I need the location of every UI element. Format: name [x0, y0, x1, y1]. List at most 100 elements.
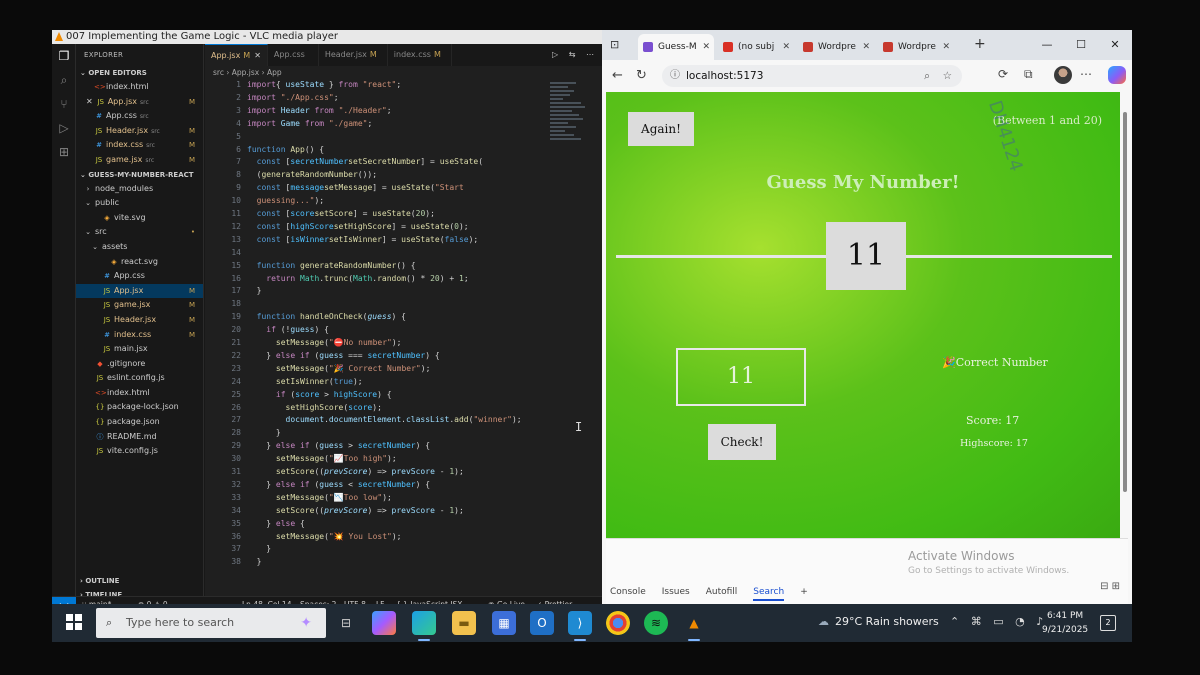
code-line[interactable]: setMessage("📈Too high"); — [247, 454, 397, 463]
code-line[interactable]: function handleOnCheck(guess) { — [247, 312, 406, 321]
sidebar-toggle-icon[interactable]: ⊡ — [610, 38, 619, 51]
browser-tab[interactable]: Wordpre ✕ — [798, 34, 874, 60]
file-tree-item[interactable]: JS eslint.config.js — [76, 371, 203, 386]
open-editor-item[interactable]: JS Header.jsx src M — [76, 124, 203, 139]
code-line[interactable]: setMessage("🎉 Correct Number"); — [247, 364, 430, 373]
close-icon[interactable]: ✕ — [1098, 30, 1132, 60]
windows-start-icon[interactable] — [66, 614, 82, 630]
file-tree-item[interactable]: JS App.jsx M — [76, 283, 203, 299]
refresh-icon[interactable]: ↻ — [636, 68, 647, 83]
file-tree-item[interactable]: JS vite.config.js — [76, 444, 203, 459]
devtools-tab[interactable]: Autofill — [706, 587, 738, 597]
copilot-taskbar-icon[interactable] — [372, 611, 396, 635]
close-icon[interactable]: ✕ — [86, 97, 93, 106]
code-line[interactable]: import "./App.css"; — [247, 93, 339, 102]
editor-tab[interactable]: Header.jsx M — [319, 44, 388, 66]
file-tree-item[interactable]: ◈ react.svg — [76, 255, 203, 270]
file-tree-item[interactable]: <>index.html — [76, 386, 203, 401]
code-line[interactable]: setMessage("📉Too low"); — [247, 493, 392, 502]
code-line[interactable]: setMessage("⛔No number"); — [247, 338, 402, 347]
file-tree-item[interactable]: › node_modules — [76, 182, 203, 197]
file-tree-item[interactable]: # index.css M — [76, 328, 203, 343]
code-line[interactable]: import Header from "./Header"; — [247, 106, 392, 115]
copilot-icon[interactable] — [1108, 66, 1126, 84]
devtools-tab[interactable]: Search — [753, 587, 785, 601]
editor-tab[interactable]: App.css — [268, 44, 319, 66]
code-line[interactable]: } else if (guess === secretNumber) { — [247, 351, 439, 360]
maximize-icon[interactable]: ☐ — [1064, 30, 1098, 60]
zoom-icon[interactable]: ⌕ — [924, 65, 930, 87]
guess-input[interactable]: 11 — [676, 348, 806, 406]
code-line[interactable]: const [secretNumbersetSecretNumber] = us… — [247, 157, 483, 166]
system-tray[interactable]: ⌃ ⌘ ▭ ◔ ♪ — [950, 615, 1047, 628]
code-line[interactable]: const [highScoresetHighScore] = useState… — [247, 222, 469, 231]
code-line[interactable]: function generateRandomNumber() { — [247, 261, 416, 270]
minimize-icon[interactable]: — — [1030, 30, 1064, 60]
project-section[interactable]: ⌄ GUESS-MY-NUMBER-REACT — [76, 168, 203, 182]
code-line[interactable]: } — [247, 557, 262, 566]
close-icon[interactable]: ✕ — [942, 34, 950, 60]
editor-actions[interactable]: ▷ ⇆ ⋯ — [552, 44, 602, 66]
new-tab-button[interactable]: + — [974, 36, 986, 52]
store-icon[interactable]: ▦ — [492, 611, 516, 635]
vscode-taskbar-icon[interactable]: ⟩ — [568, 611, 592, 641]
open-editors-section[interactable]: ⌄ OPEN EDITORS — [76, 66, 203, 80]
editor-tab[interactable]: index.css M — [388, 44, 452, 66]
taskbar-search[interactable]: ⌕ Type here to search ✦ — [96, 608, 326, 638]
file-tree-item[interactable]: ⌄ public — [76, 196, 203, 211]
source-control-icon[interactable]: ⑂ — [52, 92, 76, 116]
open-editor-item[interactable]: ✕ JS App.jsx src M — [76, 95, 203, 110]
clock[interactable]: 6:41 PM 9/21/2025 — [1042, 609, 1088, 637]
file-tree-item[interactable]: ◆ .gitignore — [76, 357, 203, 372]
spotify-icon[interactable]: ≋ — [644, 611, 668, 635]
code-line[interactable]: (generateRandomNumber()); — [247, 170, 377, 179]
close-icon[interactable]: ✕ — [862, 34, 870, 60]
open-editor-item[interactable]: <>index.html — [76, 80, 203, 95]
code-line[interactable]: if (score > highScore) { — [247, 390, 392, 399]
browser-tab[interactable]: Guess-M ✕ — [638, 34, 714, 60]
breadcrumb[interactable]: src › App.jsx › App — [205, 66, 602, 80]
code-line[interactable]: import{ useState } from "react"; — [247, 80, 401, 89]
task-view-icon[interactable]: ⊟ — [334, 611, 358, 635]
minimap[interactable] — [550, 80, 594, 200]
chrome-icon[interactable] — [606, 611, 630, 635]
split-screen-icon[interactable]: ⧉ — [1024, 67, 1033, 82]
code-line[interactable]: if (!guess) { — [247, 325, 329, 334]
code-line[interactable]: document.documentElement.classList.add("… — [247, 415, 522, 424]
code-area[interactable]: 1 import{ useState } from "react"; 2 import… — [205, 80, 602, 590]
file-tree-item[interactable]: {} package.json — [76, 415, 203, 430]
url-bar[interactable]: ⓘ localhost:5173 ⌕ ☆ — [662, 65, 962, 87]
browser-tab[interactable]: Wordpre ✕ — [878, 34, 954, 60]
code-line[interactable]: setHighScore(score); — [247, 403, 382, 412]
open-editor-item[interactable]: # index.css src M — [76, 138, 203, 153]
code-line[interactable]: } else if (guess < secretNumber) { — [247, 480, 430, 489]
back-icon[interactable]: ← — [612, 68, 623, 83]
code-line[interactable]: setScore((prevScore) => prevScore - 1); — [247, 467, 464, 476]
outlook-icon[interactable]: O — [530, 611, 554, 635]
code-line[interactable]: function App() { — [247, 145, 324, 154]
file-tree-item[interactable]: ⓘ README.md — [76, 430, 203, 445]
notification-icon[interactable]: 2 — [1100, 615, 1116, 631]
code-line[interactable]: setScore((prevScore) => prevScore - 1); — [247, 506, 464, 515]
close-icon[interactable]: ✕ — [702, 34, 710, 60]
profile-avatar[interactable] — [1054, 66, 1072, 84]
weather-widget[interactable]: ☁ 29°C Rain showers — [818, 615, 939, 628]
code-line[interactable]: return Math.trunc(Math.random() * 20) + … — [247, 274, 468, 283]
file-tree-item[interactable]: ◈ vite.svg — [76, 211, 203, 226]
file-tree-item[interactable]: JS Header.jsx M — [76, 313, 203, 328]
open-editor-item[interactable]: JS game.jsx src M — [76, 153, 203, 168]
run-debug-icon[interactable]: ▷ — [52, 116, 76, 140]
vlc-taskbar-icon[interactable]: ▲ — [682, 611, 706, 641]
code-line[interactable]: guessing..."); — [247, 196, 324, 205]
check-button[interactable]: Check! — [708, 424, 776, 460]
outline-section[interactable]: › OUTLINE — [76, 574, 203, 588]
editor-tab[interactable]: App.jsx M ✕ — [205, 44, 268, 66]
open-editor-item[interactable]: # App.css src — [76, 109, 203, 124]
file-tree-item[interactable]: ⌄ src • — [76, 225, 203, 240]
code-line[interactable]: const [scoresetScore] = useState(20); — [247, 209, 435, 218]
file-tree-item[interactable]: {} package-lock.json — [76, 400, 203, 415]
file-explorer-icon[interactable]: ▬ — [452, 611, 476, 635]
code-line[interactable]: const [messagesetMessage] = useState("St… — [247, 183, 464, 192]
code-line[interactable]: } else if (guess > secretNumber) { — [247, 441, 430, 450]
code-line[interactable]: setMessage("💥 You Lost"); — [247, 532, 402, 541]
